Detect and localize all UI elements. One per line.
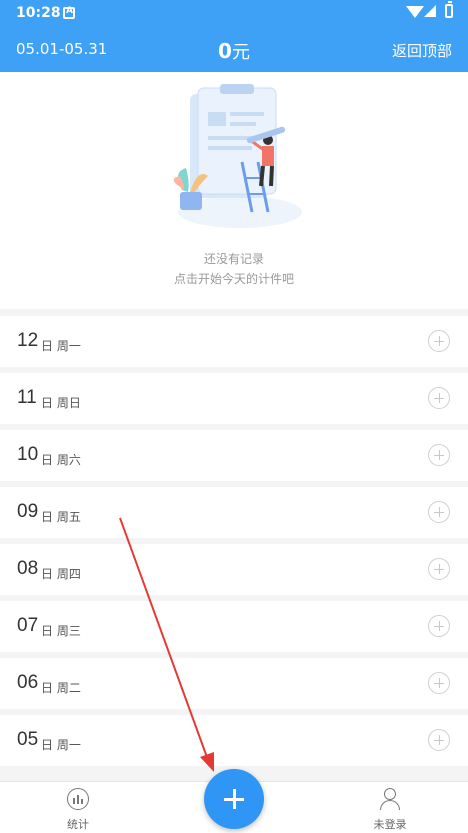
amount-unit: 元 — [231, 42, 250, 63]
add-circle-icon[interactable] — [428, 444, 450, 466]
status-time: 10:28 — [16, 5, 61, 21]
day-weekday: 日 周二 — [41, 681, 81, 695]
day-row[interactable]: 11 日 周日 — [0, 373, 468, 424]
empty-text-line1: 还没有记录 — [203, 252, 264, 266]
nav-login[interactable]: 未登录 — [360, 788, 420, 832]
day-weekday: 日 周三 — [41, 624, 81, 638]
day-row[interactable]: 10 日 周六 — [0, 430, 468, 481]
add-circle-icon[interactable] — [428, 330, 450, 352]
signal-icon — [424, 5, 436, 17]
empty-text-line2: 点击开始今天的计件吧 — [173, 272, 294, 286]
day-number: 05 — [17, 729, 39, 750]
day-weekday: 日 周一 — [41, 738, 81, 752]
amount-value: 0 — [218, 39, 232, 63]
user-icon — [379, 788, 401, 810]
top-bar: 10:28 05.01-05.31 0元 返回顶部 — [0, 0, 468, 72]
day-row[interactable]: 06 日 周二 — [0, 658, 468, 709]
status-bar: 10:28 — [0, 0, 468, 26]
day-number: 10 — [17, 444, 39, 465]
day-number: 08 — [17, 558, 39, 579]
day-number: 06 — [17, 672, 39, 693]
day-number: 11 — [17, 387, 37, 408]
add-circle-icon[interactable] — [428, 729, 450, 751]
nav-stats-label: 统计 — [67, 818, 89, 831]
day-weekday: 日 周六 — [41, 453, 81, 467]
day-weekday: 日 周四 — [41, 567, 81, 581]
day-number: 09 — [17, 501, 39, 522]
day-weekday: 日 周五 — [41, 510, 81, 524]
day-row[interactable]: 07 日 周三 — [0, 601, 468, 652]
add-circle-icon[interactable] — [428, 558, 450, 580]
day-weekday: 日 周一 — [41, 339, 81, 353]
day-weekday: 日 周日 — [41, 396, 81, 410]
empty-state: 还没有记录 点击开始今天的计件吧 — [0, 72, 468, 309]
day-row[interactable]: 09 日 周五 — [0, 487, 468, 538]
empty-illustration — [173, 84, 302, 228]
nav-login-label: 未登录 — [373, 818, 407, 831]
back-to-top-button[interactable]: 返回顶部 — [392, 40, 452, 61]
day-row[interactable]: 12 日 周一 — [0, 316, 468, 367]
a-notification-icon — [63, 6, 75, 19]
add-record-button[interactable] — [204, 769, 264, 829]
day-row[interactable]: 05 日 周一 — [0, 715, 468, 766]
add-circle-icon[interactable] — [428, 615, 450, 637]
add-circle-icon[interactable] — [428, 501, 450, 523]
nav-stats[interactable]: 统计 — [48, 788, 108, 832]
add-circle-icon[interactable] — [428, 672, 450, 694]
day-number: 07 — [17, 615, 39, 636]
add-circle-icon[interactable] — [428, 387, 450, 409]
stats-icon — [67, 788, 89, 810]
battery-icon — [445, 1, 453, 18]
wifi-icon — [406, 6, 424, 18]
day-number: 12 — [17, 330, 39, 351]
day-row[interactable]: 08 日 周四 — [0, 544, 468, 595]
